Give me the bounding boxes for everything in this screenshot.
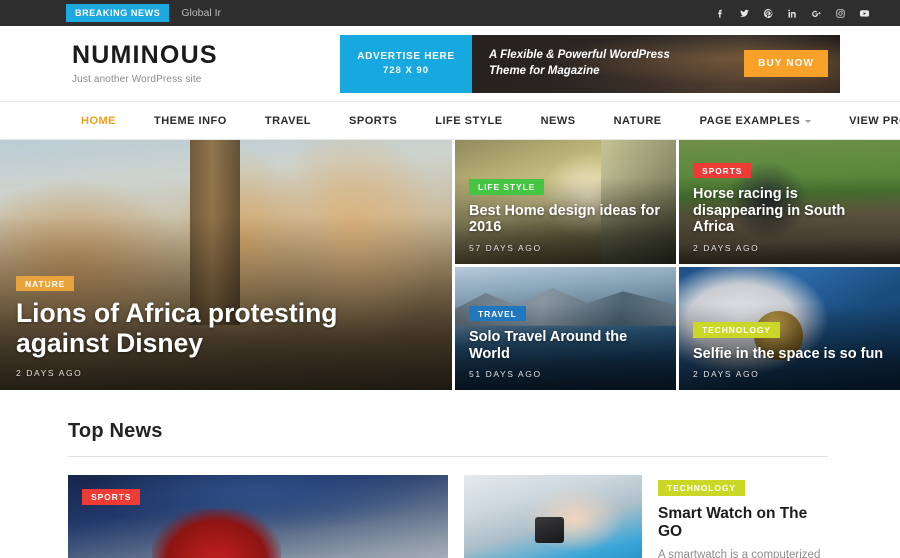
featured-sports-date: 2 DAYS AGO	[693, 242, 760, 253]
primary-navigation: HOME THEME INFO TRAVEL SPORTS LIFE STYLE…	[0, 102, 900, 140]
top-news-sports-image	[68, 475, 448, 558]
facebook-icon[interactable]	[714, 7, 726, 19]
featured-post-main[interactable]: NATURE Lions of Africa protesting agains…	[0, 140, 452, 390]
featured-lifestyle-caption: LIFE STYLE Best Home design ideas for 20…	[455, 177, 676, 263]
youtube-icon[interactable]	[858, 7, 870, 19]
featured-lifestyle-date: 57 DAYS AGO	[469, 242, 542, 253]
chevron-down-icon	[805, 120, 812, 123]
top-news-watch-image	[464, 475, 642, 558]
featured-posts-secondary: LIFE STYLE Best Home design ideas for 20…	[455, 140, 900, 390]
featured-technology-caption: TECHNOLOGY Selfie in the space is so fun…	[679, 320, 900, 390]
section-divider	[68, 456, 828, 457]
featured-travel-title[interactable]: Solo Travel Around the World	[469, 329, 662, 362]
category-badge-sports[interactable]: SPORTS	[693, 162, 752, 179]
nav-item-view-pro[interactable]: VIEW PRO	[830, 115, 900, 127]
nav-item-sports[interactable]: SPORTS	[330, 115, 416, 127]
top-news-section: Top News SPORTS TECHNOLOGY Smart Watch o…	[0, 390, 900, 558]
category-badge-technology[interactable]: TECHNOLOGY	[693, 322, 780, 338]
top-news-article: TECHNOLOGY Smart Watch on The GO A smart…	[658, 475, 828, 558]
top-news-row: SPORTS TECHNOLOGY Smart Watch on The GO …	[68, 475, 828, 558]
top-bar: BREAKING NEWS Global Ir	[0, 0, 900, 26]
ad-placeholder-line2: 728 X 90	[382, 65, 430, 76]
featured-row-bottom: TRAVEL Solo Travel Around the World 51 D…	[455, 266, 900, 390]
featured-lifestyle-title[interactable]: Best Home design ideas for 2016	[469, 203, 662, 236]
linkedin-icon[interactable]	[786, 7, 798, 19]
featured-travel-caption: TRAVEL Solo Travel Around the World 51 D…	[455, 304, 676, 390]
category-badge-technology[interactable]: TECHNOLOGY	[658, 480, 745, 496]
buy-now-button[interactable]: BUY NOW	[744, 50, 828, 77]
breaking-news-badge: BREAKING NEWS	[66, 4, 170, 22]
featured-post-lifestyle[interactable]: LIFE STYLE Best Home design ideas for 20…	[455, 140, 676, 264]
ad-copy-text: A Flexible & Powerful WordPress Theme fo…	[489, 48, 670, 77]
featured-sports-caption: SPORTS Horse racing is disappearing in S…	[679, 161, 900, 264]
nav-item-life-style[interactable]: LIFE STYLE	[416, 115, 521, 127]
ad-creative: A Flexible & Powerful WordPress Theme fo…	[472, 34, 840, 93]
featured-main-date: 2 DAYS AGO	[16, 368, 83, 378]
top-news-article-excerpt: A smartwatch is a computerized wristwatc…	[658, 548, 821, 558]
category-badge-life-style[interactable]: LIFE STYLE	[469, 179, 545, 195]
site-tagline: Just another WordPress site	[72, 73, 202, 85]
featured-row-top: LIFE STYLE Best Home design ideas for 20…	[455, 140, 900, 264]
advertisement-banner[interactable]: ADVERTISE HERE 728 X 90 A Flexible & Pow…	[340, 34, 840, 93]
site-branding[interactable]: NUMINOUS Just another WordPress site	[72, 42, 340, 85]
pinterest-icon[interactable]	[762, 7, 774, 19]
featured-post-travel[interactable]: TRAVEL Solo Travel Around the World 51 D…	[455, 266, 676, 390]
featured-sports-title[interactable]: Horse racing is disappearing in South Af…	[693, 186, 886, 235]
top-news-featured-image[interactable]: SPORTS	[68, 475, 448, 558]
category-badge-nature[interactable]: NATURE	[16, 275, 75, 292]
ad-placeholder-line1: ADVERTISE HERE	[357, 51, 455, 62]
top-news-heading: Top News	[68, 420, 163, 442]
featured-post-sports[interactable]: SPORTS Horse racing is disappearing in S…	[679, 140, 900, 264]
category-badge-travel[interactable]: TRAVEL	[469, 305, 526, 322]
social-links	[714, 7, 884, 19]
nav-item-page-examples-label: PAGE EXAMPLES	[699, 114, 801, 127]
breaking-news-ticker: BREAKING NEWS Global Ir	[66, 4, 714, 22]
instagram-icon[interactable]	[834, 7, 846, 19]
nav-item-theme-info[interactable]: THEME INFO	[135, 115, 246, 127]
featured-posts-grid: NATURE Lions of Africa protesting agains…	[0, 140, 900, 390]
featured-technology-title[interactable]: Selfie in the space is so fun	[693, 346, 886, 362]
featured-main-caption: NATURE Lions of Africa protesting agains…	[0, 274, 452, 390]
nav-item-news[interactable]: NEWS	[522, 115, 595, 127]
top-news-thumbnail[interactable]	[464, 475, 642, 558]
nav-item-page-examples[interactable]: PAGE EXAMPLES	[681, 115, 830, 127]
category-badge-sports[interactable]: SPORTS	[82, 489, 141, 505]
nav-item-travel[interactable]: TRAVEL	[246, 115, 330, 127]
ad-placeholder-label: ADVERTISE HERE 728 X 90	[340, 34, 472, 93]
site-header: NUMINOUS Just another WordPress site ADV…	[0, 26, 900, 102]
top-news-article-title[interactable]: Smart Watch on The GO	[658, 505, 828, 542]
featured-technology-date: 2 DAYS AGO	[693, 369, 760, 379]
nav-item-home[interactable]: HOME	[62, 115, 135, 127]
twitter-icon[interactable]	[738, 7, 750, 19]
featured-main-title[interactable]: Lions of Africa protesting against Disne…	[16, 298, 436, 359]
nav-item-nature[interactable]: NATURE	[595, 115, 681, 127]
featured-post-technology[interactable]: TECHNOLOGY Selfie in the space is so fun…	[679, 266, 900, 390]
ticker-headline-link[interactable]: Global Ir	[181, 7, 221, 19]
googleplus-icon[interactable]	[810, 7, 822, 19]
site-title[interactable]: NUMINOUS	[72, 42, 340, 68]
featured-travel-date: 51 DAYS AGO	[469, 369, 542, 379]
